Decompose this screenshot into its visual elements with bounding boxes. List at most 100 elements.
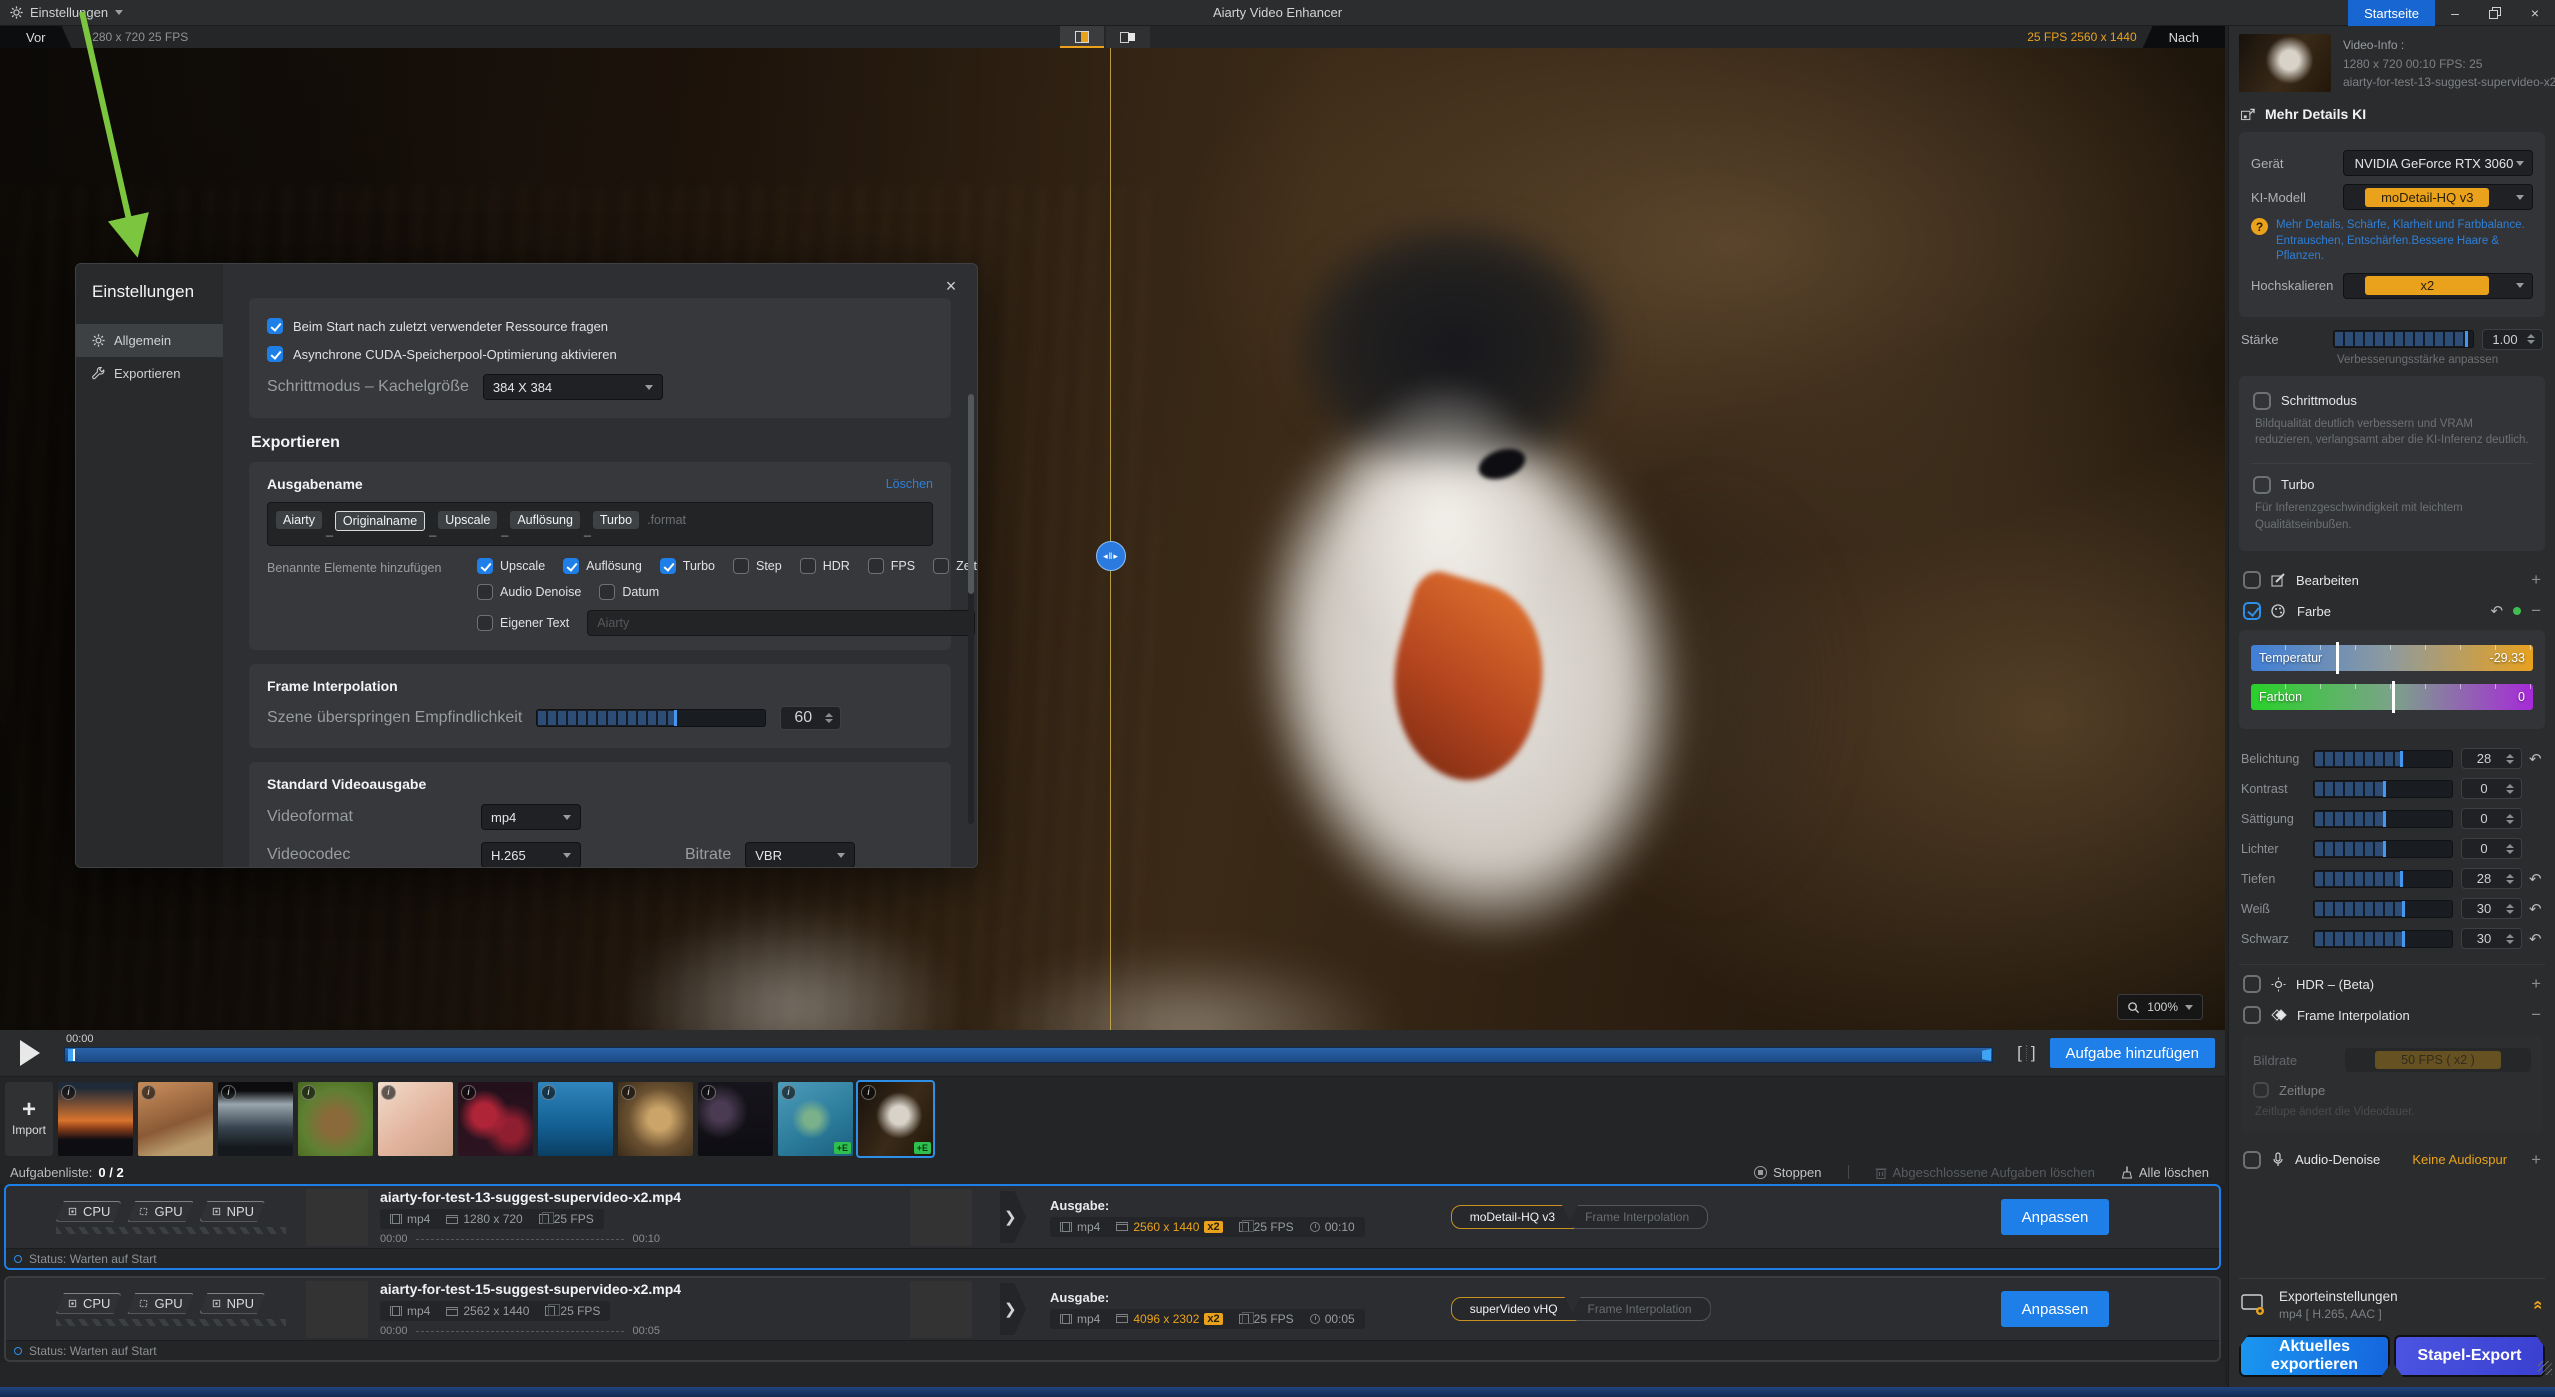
info-icon[interactable]: i xyxy=(61,1085,76,1100)
adjust-button[interactable]: Anpassen xyxy=(2001,1199,2109,1235)
plus-icon[interactable]: + xyxy=(2531,974,2541,994)
info-icon[interactable]: i xyxy=(621,1085,636,1100)
undo-icon[interactable]: ↶ xyxy=(2529,750,2543,768)
bitrate-dropdown[interactable]: VBR xyxy=(745,842,855,867)
whites-stepper[interactable]: 30 xyxy=(2461,898,2522,919)
output-name-field[interactable]: Aiarty_ Originalname_ Upscale_ Auflösung… xyxy=(267,502,933,546)
trim-in-button[interactable]: [ xyxy=(2017,1043,2022,1063)
device-dropdown[interactable]: NVIDIA GeForce RTX 3060 xyxy=(2343,150,2533,176)
opt-step-checkbox[interactable] xyxy=(733,558,749,574)
info-icon[interactable]: i xyxy=(301,1085,316,1100)
contrast-slider[interactable] xyxy=(2313,780,2453,798)
clip-thumbnail-9[interactable]: i xyxy=(698,1082,773,1156)
opt-turbo-checkbox[interactable] xyxy=(660,558,676,574)
clear-link[interactable]: Löschen xyxy=(886,477,933,491)
opt-fps-checkbox[interactable] xyxy=(868,558,884,574)
undo-icon[interactable]: ↶ xyxy=(2529,930,2543,948)
clip-thumbnail-2[interactable]: i xyxy=(138,1082,213,1156)
home-button[interactable]: Startseite xyxy=(2348,0,2435,26)
minimize-button[interactable]: – xyxy=(2435,0,2475,26)
stop-button[interactable]: Stoppen xyxy=(1754,1165,1821,1180)
hdr-section-row[interactable]: HDR – (Beta) + xyxy=(2239,964,2545,1003)
clip-thumbnail-8[interactable]: i xyxy=(618,1082,693,1156)
double-chevron-up-icon[interactable]: « xyxy=(2528,1300,2548,1309)
saturation-stepper[interactable]: 0 xyxy=(2461,808,2522,829)
info-icon[interactable]: i xyxy=(141,1085,156,1100)
view-single-button[interactable] xyxy=(1060,26,1104,48)
opt-resolution-checkbox[interactable] xyxy=(563,558,579,574)
info-icon[interactable]: i xyxy=(541,1085,556,1100)
minus-icon[interactable]: − xyxy=(2531,1005,2541,1025)
color-section-row[interactable]: Farbe ↶ − xyxy=(2239,599,2545,630)
custom-text-input[interactable] xyxy=(587,610,975,636)
name-token-editing[interactable]: Originalname xyxy=(335,511,425,531)
dialog-close-button[interactable]: × xyxy=(939,274,963,298)
plus-icon[interactable]: + xyxy=(2531,570,2541,590)
compare-split-handle[interactable]: ◂‖▸ xyxy=(1096,541,1126,571)
clip-thumbnail-7[interactable]: i xyxy=(538,1082,613,1156)
task-row[interactable]: CPU GPU NPU aiarty-for-test-13-suggest-s… xyxy=(4,1184,2221,1270)
nav-general[interactable]: Allgemein xyxy=(76,324,223,357)
name-token[interactable]: Aiarty xyxy=(276,511,322,529)
clip-thumbnail-4[interactable]: i xyxy=(298,1082,373,1156)
audio-denoise-row[interactable]: Audio-Denoise Keine Audiospur + xyxy=(2239,1141,2545,1179)
adjust-button[interactable]: Anpassen xyxy=(2001,1291,2109,1327)
trim-out-button[interactable]: ] xyxy=(2031,1043,2036,1063)
undo-icon[interactable]: ↶ xyxy=(2490,602,2503,620)
clip-thumbnail-5[interactable]: i xyxy=(378,1082,453,1156)
strength-slider[interactable] xyxy=(2333,330,2474,348)
upscale-dropdown[interactable]: x2 xyxy=(2343,273,2533,299)
export-settings-row[interactable]: Exporteinstellungen mp4 [ H.265, AAC ] « xyxy=(2239,1278,2545,1331)
scene-skip-slider[interactable] xyxy=(536,709,766,727)
view-split-button[interactable] xyxy=(1106,26,1150,48)
opt-upscale-checkbox[interactable] xyxy=(477,558,493,574)
compare-divider-line[interactable] xyxy=(1110,48,1111,1030)
plus-icon[interactable]: + xyxy=(2531,1150,2541,1170)
name-token[interactable]: Auflösung xyxy=(510,511,580,529)
blacks-slider[interactable] xyxy=(2313,930,2453,948)
edit-section-row[interactable]: Bearbeiten + xyxy=(2239,561,2545,599)
info-icon[interactable]: i xyxy=(461,1085,476,1100)
audio-denoise-checkbox[interactable] xyxy=(2243,1151,2261,1169)
info-icon[interactable]: i xyxy=(701,1085,716,1100)
video-format-dropdown[interactable]: mp4 xyxy=(481,804,581,830)
hdr-checkbox[interactable] xyxy=(2243,975,2261,993)
shadows-stepper[interactable]: 28 xyxy=(2461,868,2522,889)
dialog-scrollbar[interactable] xyxy=(968,394,974,824)
name-token[interactable]: Turbo xyxy=(593,511,639,529)
edit-checkbox[interactable] xyxy=(2243,571,2261,589)
tile-size-dropdown[interactable]: 384 X 384 xyxy=(483,374,663,400)
playhead[interactable] xyxy=(68,1049,75,1061)
info-icon[interactable]: i xyxy=(781,1085,796,1100)
play-button[interactable] xyxy=(0,1040,60,1066)
ask-resource-checkbox[interactable] xyxy=(267,318,283,334)
task-row[interactable]: CPU GPU NPU aiarty-for-test-15-suggest-s… xyxy=(4,1276,2221,1362)
exposure-stepper[interactable]: 28 xyxy=(2461,748,2522,769)
seek-bar[interactable] xyxy=(64,1047,1993,1063)
strength-stepper[interactable]: 1.00 xyxy=(2482,329,2543,350)
close-button[interactable]: × xyxy=(2515,0,2555,26)
clip-thumbnail-3[interactable]: i xyxy=(218,1082,293,1156)
clip-thumbnail-6[interactable]: i xyxy=(458,1082,533,1156)
import-button[interactable]: + Import xyxy=(5,1082,53,1156)
opt-slowmo-checkbox[interactable] xyxy=(933,558,949,574)
help-icon[interactable]: ? xyxy=(2251,218,2268,235)
scene-skip-stepper[interactable]: 60 xyxy=(780,706,841,730)
cuda-pool-checkbox[interactable] xyxy=(267,346,283,362)
resize-grip[interactable] xyxy=(2538,1361,2552,1375)
saturation-slider[interactable] xyxy=(2313,810,2453,828)
minus-icon[interactable]: − xyxy=(2531,601,2541,621)
undo-icon[interactable]: ↶ xyxy=(2529,900,2543,918)
hue-slider[interactable]: Farbton 0 xyxy=(2251,684,2533,710)
clip-thumbnail-10[interactable]: i+E xyxy=(778,1082,853,1156)
whites-slider[interactable] xyxy=(2313,900,2453,918)
shadows-slider[interactable] xyxy=(2313,870,2453,888)
restore-button[interactable] xyxy=(2475,0,2515,26)
blacks-stepper[interactable]: 30 xyxy=(2461,928,2522,949)
clip-thumbnail-1[interactable]: i xyxy=(58,1082,133,1156)
nav-export[interactable]: Exportieren xyxy=(76,357,223,390)
ai-model-dropdown[interactable]: moDetail-HQ v3 xyxy=(2343,184,2533,210)
opt-audiodenoise-checkbox[interactable] xyxy=(477,584,493,600)
clip-thumbnail-11-selected[interactable]: i+E xyxy=(858,1082,933,1156)
frame-interpolation-checkbox[interactable] xyxy=(2243,1006,2261,1024)
